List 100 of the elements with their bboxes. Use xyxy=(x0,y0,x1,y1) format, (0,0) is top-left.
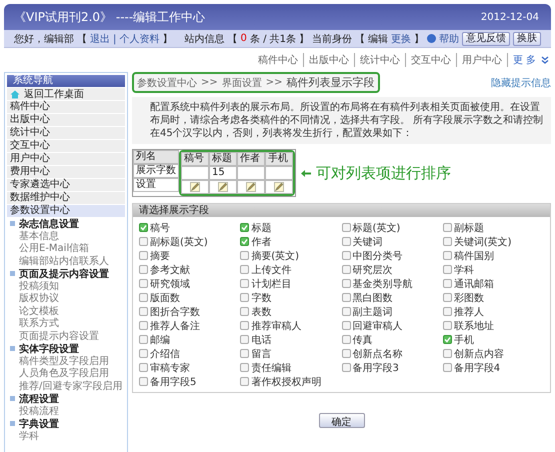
pencil-icon[interactable] xyxy=(246,182,256,192)
field-checkbox[interactable]: 学科 xyxy=(442,263,544,276)
field-checkbox[interactable]: 参考文献 xyxy=(139,263,240,276)
checkbox[interactable] xyxy=(342,223,350,232)
pencil-icon[interactable] xyxy=(274,182,284,192)
checkbox[interactable] xyxy=(442,265,452,274)
column-header[interactable]: 作者 xyxy=(237,152,265,166)
checkbox[interactable] xyxy=(240,251,250,260)
tree-item[interactable]: 版权协议 xyxy=(7,293,125,304)
more-link[interactable]: 更 多 xyxy=(506,53,541,67)
field-checkbox[interactable]: 推荐审稿人 xyxy=(240,319,342,332)
field-checkbox[interactable]: 联系地址 xyxy=(442,319,544,332)
field-checkbox[interactable]: 中图分类号 xyxy=(342,249,443,262)
checkbox[interactable] xyxy=(139,377,148,386)
tree-item[interactable]: 联系方式 xyxy=(7,318,125,330)
field-checkbox[interactable]: 研究领域 xyxy=(139,277,240,290)
sidebar-item[interactable]: 费用中心 xyxy=(7,166,125,178)
nav-link[interactable]: 出版中心 xyxy=(302,53,354,67)
field-checkbox[interactable]: 通讯邮箱 xyxy=(442,277,544,290)
sidebar-item[interactable]: 用户中心 xyxy=(7,153,125,165)
checkbox[interactable] xyxy=(139,279,148,288)
field-checkbox[interactable]: 彩图数 xyxy=(442,291,544,304)
checkbox[interactable] xyxy=(442,321,452,330)
bar-link[interactable]: 更换 xyxy=(391,32,411,46)
tree-item[interactable]: 编辑部站内信联系人 xyxy=(7,256,125,267)
checkbox[interactable] xyxy=(442,293,452,302)
nav-link[interactable]: 用户中心 xyxy=(456,53,507,67)
field-checkbox[interactable]: 邮编 xyxy=(139,333,240,346)
checkbox[interactable] xyxy=(442,237,452,246)
checkbox[interactable] xyxy=(240,335,250,344)
checkbox[interactable] xyxy=(240,377,250,386)
field-checkbox[interactable]: 表数 xyxy=(240,305,342,318)
sidebar-item[interactable]: 专家遴选中心 xyxy=(7,179,125,191)
checkbox[interactable] xyxy=(240,349,250,358)
checkbox[interactable] xyxy=(139,335,148,344)
help-icon[interactable] xyxy=(427,34,436,43)
tree-item[interactable]: 稿件类型及字段启用 xyxy=(7,356,125,367)
tree-item[interactable]: 学科 xyxy=(7,430,125,442)
checkbox[interactable] xyxy=(240,363,250,372)
checkbox[interactable] xyxy=(139,265,148,274)
nav-link[interactable]: 稿件中心 xyxy=(252,53,303,67)
field-checkbox[interactable]: 字数 xyxy=(240,291,342,304)
breadcrumb-link[interactable]: 界面设置 xyxy=(222,76,262,90)
field-checkbox[interactable]: 上传文件 xyxy=(240,263,342,276)
checkbox[interactable] xyxy=(342,237,350,246)
checkbox[interactable] xyxy=(342,321,350,330)
checkbox[interactable] xyxy=(240,279,250,288)
field-checkbox[interactable]: 基金类别导航 xyxy=(342,277,443,290)
field-checkbox[interactable]: 稿件国别 xyxy=(442,249,544,262)
tree-group[interactable]: 杂志信息设置 xyxy=(19,216,79,231)
field-checkbox[interactable]: 副标题 xyxy=(442,221,544,234)
field-checkbox[interactable]: 作者 xyxy=(240,235,342,248)
bar-link[interactable]: | 个人资料 xyxy=(113,32,160,46)
help-link[interactable]: 帮助 xyxy=(439,32,459,46)
field-checkbox[interactable]: 审稿专家 xyxy=(139,361,240,374)
bar-button[interactable]: 意见反馈 xyxy=(462,32,510,46)
breadcrumb-link[interactable]: 参数设置中心 xyxy=(137,76,197,90)
checkbox[interactable] xyxy=(342,363,350,372)
checkbox[interactable] xyxy=(240,307,250,316)
checkbox[interactable] xyxy=(139,307,148,316)
field-checkbox[interactable]: 备用字段4 xyxy=(442,361,544,374)
chevron-down-icon[interactable] xyxy=(541,56,549,64)
sidebar-item[interactable]: 参数设置中心 xyxy=(7,205,125,217)
field-checkbox[interactable]: 回避审稿人 xyxy=(342,319,443,332)
checkbox[interactable] xyxy=(342,251,350,260)
field-checkbox[interactable]: 标题(英文) xyxy=(342,221,443,234)
hide-tips-link[interactable]: 隐藏提示信息 xyxy=(491,76,551,90)
sidebar-item[interactable]: 交互中心 xyxy=(7,140,125,152)
field-checkbox[interactable]: 备用字段3 xyxy=(342,361,443,374)
tree-item[interactable]: 公用E-Mail信箱 xyxy=(7,243,125,254)
field-checkbox[interactable]: 摘要 xyxy=(139,249,240,262)
checkbox[interactable] xyxy=(240,321,250,330)
field-checkbox[interactable]: 创新点名称 xyxy=(342,347,443,360)
field-checkbox[interactable]: 备用字段5 xyxy=(139,375,240,388)
field-checkbox[interactable]: 关键词(英文) xyxy=(442,235,544,248)
field-checkbox[interactable]: 传真 xyxy=(342,333,443,346)
checkbox[interactable] xyxy=(139,251,148,260)
sidebar-item[interactable]: 统计中心 xyxy=(7,127,125,139)
breadcrumb-link[interactable]: >> xyxy=(201,77,218,88)
sidebar-item[interactable]: 出版中心 xyxy=(7,114,125,126)
field-checkbox[interactable]: 创新点内容 xyxy=(442,347,544,360)
checkbox[interactable] xyxy=(442,223,452,232)
field-checkbox[interactable]: 研究层次 xyxy=(342,263,443,276)
column-header[interactable]: 稿号 xyxy=(181,152,209,166)
field-checkbox[interactable]: 标题 xyxy=(240,221,342,234)
tree-item[interactable]: 投稿须知 xyxy=(7,280,125,292)
field-checkbox[interactable]: 留言 xyxy=(240,347,342,360)
field-checkbox[interactable]: 稿号 xyxy=(139,221,240,234)
field-checkbox[interactable]: 黑白图数 xyxy=(342,291,443,304)
tree-group[interactable]: 实体字段设置 xyxy=(19,342,79,356)
column-header[interactable]: 手机 xyxy=(265,152,293,166)
tree-item[interactable]: 人员角色及字段启用 xyxy=(7,368,125,380)
checkbox[interactable] xyxy=(442,363,452,372)
confirm-button[interactable]: 确定 xyxy=(318,413,364,428)
checkbox[interactable] xyxy=(442,251,452,260)
checkbox[interactable] xyxy=(342,335,350,344)
checkbox[interactable] xyxy=(240,293,250,302)
field-checkbox[interactable]: 副主题词 xyxy=(342,305,443,318)
field-checkbox[interactable]: 推荐人 xyxy=(442,305,544,318)
checkbox[interactable] xyxy=(240,265,250,274)
